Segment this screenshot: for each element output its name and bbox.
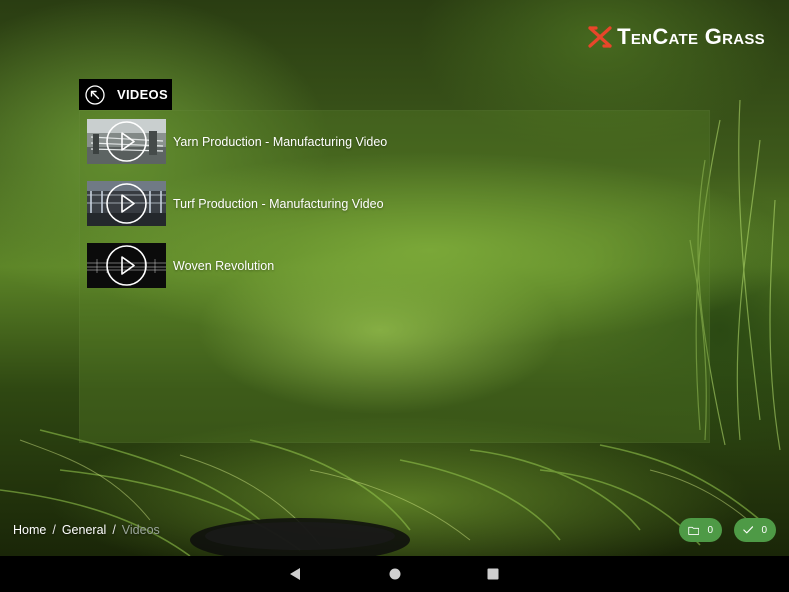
play-icon[interactable] (105, 182, 148, 225)
recents-square-icon[interactable] (486, 567, 500, 581)
video-item-woven-revolution[interactable]: Woven Revolution (87, 243, 274, 288)
video-thumbnail (87, 181, 166, 226)
breadcrumb: Home / General / Videos (13, 523, 160, 537)
video-item-yarn-production[interactable]: Yarn Production - Manufacturing Video (87, 119, 387, 164)
brand-name: TenCate Grass (617, 24, 765, 49)
section-header: VIDEOS (79, 79, 172, 110)
section-title: VIDEOS (117, 87, 168, 102)
arrow-up-left-icon[interactable] (85, 84, 105, 105)
breadcrumb-current: Videos (121, 523, 160, 537)
folder-badge-button[interactable]: 0 (679, 518, 722, 542)
video-title: Turf Production - Manufacturing Video (173, 196, 384, 211)
video-title: Woven Revolution (173, 258, 275, 273)
breadcrumb-separator: / (112, 523, 116, 537)
play-icon[interactable] (105, 244, 148, 287)
check-count: 0 (761, 524, 767, 536)
breadcrumb-separator: / (52, 523, 56, 537)
folder-count: 0 (707, 524, 713, 536)
tencate-logo-icon (588, 26, 612, 48)
videos-panel: Yarn Production - Manufacturing Video Tu… (79, 110, 710, 443)
folder-icon (688, 526, 700, 535)
brand-logo: TenCate Grass (587, 24, 765, 50)
check-badge-button[interactable]: 0 (734, 518, 776, 542)
video-thumbnail (87, 119, 166, 164)
android-navigation-bar (0, 556, 789, 592)
check-icon (743, 526, 754, 534)
breadcrumb-home[interactable]: Home (13, 523, 46, 537)
back-triangle-icon[interactable] (288, 567, 302, 581)
video-thumbnail (87, 243, 166, 288)
breadcrumb-general[interactable]: General (62, 523, 106, 537)
video-title: Yarn Production - Manufacturing Video (173, 134, 388, 149)
play-icon[interactable] (105, 120, 148, 163)
home-circle-icon[interactable] (388, 567, 402, 581)
video-item-turf-production[interactable]: Turf Production - Manufacturing Video (87, 181, 384, 226)
